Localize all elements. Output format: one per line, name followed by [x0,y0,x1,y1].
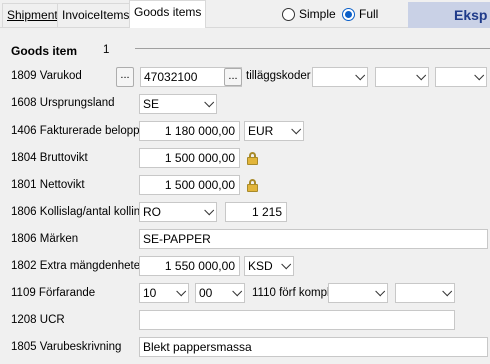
marken-input[interactable]: SE-PAPPER [139,229,488,249]
radio-full-label: Full [359,7,379,21]
tillaggskod-3-select[interactable] [435,67,487,87]
chevron-down-icon [176,286,187,297]
tab-goods-items[interactable]: Goods items [129,0,207,28]
kollislag-value: RO [143,205,161,219]
tab-goods-items-label: Goods items [134,5,202,19]
forfarande-select-2[interactable]: 00 [195,283,245,303]
header-eksp: Eksp [408,2,490,28]
fakturerade-belopp-input[interactable]: 1 180 000,00 [139,121,240,141]
chevron-down-icon [442,286,453,297]
varukod-label: 1809 Varukod [11,70,82,82]
varubeskrivning-input[interactable]: Blekt pappersmassa [139,337,488,357]
chevron-down-icon [204,97,215,108]
ursprungsland-select[interactable]: SE [139,94,217,114]
unit-select[interactable]: KSD [244,256,294,276]
section-title: Goods item [11,44,78,58]
forfarande-label: 1109 Förfarande [11,287,96,299]
forf-kompl-label: 1110 förf kompl [252,287,330,299]
ursprungsland-value: SE [143,97,160,111]
tillaggskod-2-select[interactable] [375,67,429,87]
radio-simple-label: Simple [299,7,336,21]
forfarande-value-1: 10 [143,286,157,300]
tillaggskod-1-select[interactable] [312,67,368,87]
bruttovikt-label: 1804 Bruttovikt [11,152,88,164]
tab-shipment[interactable]: Shipment [2,3,63,27]
marken-label: 1806 Märken [11,233,79,245]
chevron-down-icon [416,70,427,81]
antal-kollin-input[interactable]: 1 215 [225,202,287,222]
forf-kompl-select-2[interactable] [395,283,455,303]
ursprungsland-label: 1608 Ursprungsland [11,97,115,109]
radio-simple[interactable]: Simple [282,7,336,21]
chevron-down-icon [291,124,302,135]
radio-simple-circle[interactable] [282,7,295,21]
varukod-lookup-button[interactable]: ... [116,67,134,87]
lock-icon [247,152,258,165]
forf-kompl-select-1[interactable] [328,283,388,303]
forfarande-value-2: 00 [199,286,213,300]
tillaggskoder-label: tilläggskoder [246,70,311,82]
chevron-down-icon [204,205,215,216]
bruttovikt-input[interactable]: 1 500 000,00 [139,148,240,168]
section-number: 1 [103,44,110,56]
ucr-input[interactable] [139,310,455,330]
chevron-down-icon [355,70,366,81]
extra-mangdenheter-input[interactable]: 1 550 000,00 [139,256,240,276]
lock-icon [247,179,258,192]
kollislag-label: 1806 Kollislag/antal kollin [11,206,141,218]
currency-select[interactable]: EUR [244,121,304,141]
ucr-label: 1208 UCR [11,314,65,326]
forfarande-select-1[interactable]: 10 [139,283,189,303]
tab-invoiceitems[interactable]: InvoiceItems [57,3,135,27]
fakturerade-belopp-label: 1406 Fakturerade belopp [11,125,140,137]
unit-value: KSD [248,259,273,273]
radio-full-circle[interactable] [342,7,355,21]
varukod-lookup-button-2[interactable]: ... [224,68,242,86]
goods-item-panel: Goods item 1 1809 Varukod ... 47032100 .… [0,28,490,364]
kollislag-select[interactable]: RO [139,202,217,222]
chevron-down-icon [281,259,292,270]
radio-full[interactable]: Full [342,7,378,21]
chevron-down-icon [232,286,243,297]
section-divider [135,48,490,49]
extra-mangdenheter-label: 1802 Extra mängdenheter [11,260,144,272]
chevron-down-icon [474,70,485,81]
currency-value: EUR [248,124,274,138]
tab-shipment-label: Shipment [7,8,58,22]
nettovikt-label: 1801 Nettovikt [11,179,85,191]
chevron-down-icon [375,286,386,297]
nettovikt-input[interactable]: 1 500 000,00 [139,175,240,195]
tab-invoiceitems-label: InvoiceItems [62,8,130,22]
tab-bar: Shipment InvoiceItems Goods items Simple… [0,0,490,28]
varubeskrivning-label: 1805 Varubeskrivning [11,341,122,353]
